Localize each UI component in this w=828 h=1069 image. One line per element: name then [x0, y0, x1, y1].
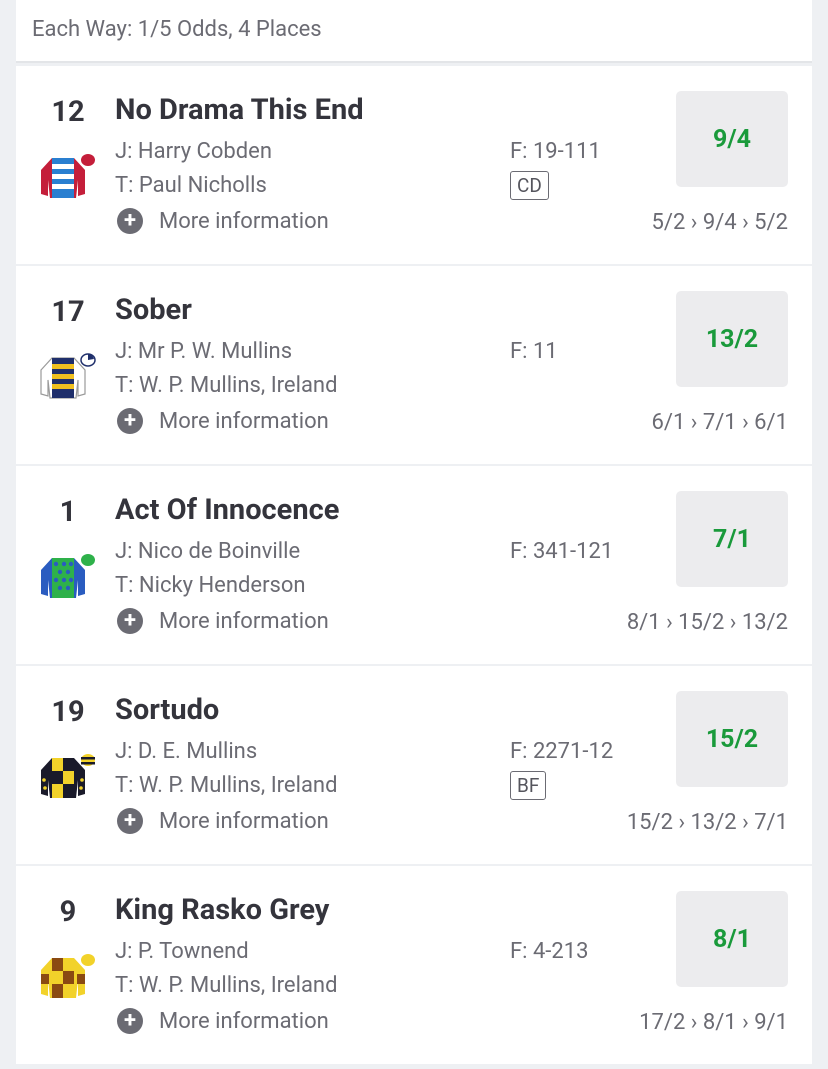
- horse-name[interactable]: No Drama This End: [115, 93, 364, 127]
- trainer-name: T: W. P. Mullins, Ireland: [115, 773, 338, 798]
- course-distance-badge: CD: [510, 171, 549, 200]
- jockey-silks-icon: [40, 353, 96, 399]
- more-information-toggle[interactable]: + More information: [117, 608, 329, 634]
- jockey-name: J: Mr P. W. Mullins: [115, 339, 293, 364]
- runner-card: 12 No Drama This End J: Harry Cobden T: …: [16, 66, 812, 264]
- price-movement: 6/1 › 7/1 › 6/1: [651, 410, 788, 435]
- horse-name[interactable]: Sober: [115, 293, 192, 327]
- runner-number: 9: [59, 895, 77, 929]
- trainer-name: T: Nicky Henderson: [115, 573, 306, 598]
- more-information-toggle[interactable]: + More information: [117, 208, 329, 234]
- runner-number: 19: [51, 695, 85, 729]
- form-figures: F: 341-121: [510, 539, 614, 564]
- more-information-label: More information: [159, 408, 329, 434]
- more-information-label: More information: [159, 608, 329, 634]
- form-figures: F: 19-111: [510, 139, 601, 164]
- form-figures: F: 2271-12: [510, 739, 614, 764]
- jockey-name: J: P. Townend: [115, 939, 249, 964]
- jockey-name: J: Harry Cobden: [115, 139, 272, 164]
- more-information-label: More information: [159, 208, 329, 234]
- plus-circle-icon: +: [117, 208, 143, 234]
- horse-name[interactable]: Sortudo: [115, 693, 219, 727]
- odds-button[interactable]: 13/2: [676, 291, 788, 387]
- form-figures: F: 11: [510, 339, 558, 364]
- price-movement: 5/2 › 9/4 › 5/2: [651, 210, 788, 235]
- price-movement: 15/2 › 13/2 › 7/1: [626, 810, 788, 835]
- more-information-label: More information: [159, 808, 329, 834]
- runner-card: 9 King Rasko Grey J: P. Townend T: W. P.…: [16, 866, 812, 1064]
- jockey-name: J: Nico de Boinville: [115, 539, 301, 564]
- runner-number: 17: [51, 295, 85, 329]
- runner-number: 12: [51, 95, 85, 129]
- jockey-silks-icon: [41, 554, 95, 598]
- plus-circle-icon: +: [117, 608, 143, 634]
- odds-button[interactable]: 15/2: [676, 691, 788, 787]
- price-movement: 17/2 › 8/1 › 9/1: [639, 1010, 788, 1035]
- more-information-toggle[interactable]: + More information: [117, 408, 329, 434]
- jockey-silks-icon: [41, 754, 95, 798]
- each-way-terms: Each Way: 1/5 Odds, 4 Places: [32, 17, 322, 42]
- plus-circle-icon: +: [117, 1008, 143, 1034]
- trainer-name: T: W. P. Mullins, Ireland: [115, 973, 338, 998]
- price-movement: 8/1 › 15/2 › 13/2: [626, 610, 788, 635]
- runner-card: 17 Sober J: Mr P. W. Mullins T: W. P. Mu…: [16, 266, 812, 464]
- trainer-name: T: Paul Nicholls: [115, 173, 267, 198]
- runner-card: 1 Act Of Innocence J: Nico de Boinville …: [16, 466, 812, 664]
- beaten-favourite-badge: BF: [510, 771, 547, 800]
- plus-circle-icon: +: [117, 808, 143, 834]
- jockey-name: J: D. E. Mullins: [115, 739, 258, 764]
- jockey-silks-icon: [41, 154, 95, 198]
- odds-button[interactable]: 9/4: [676, 91, 788, 187]
- runner-number: 1: [59, 495, 77, 529]
- horse-name[interactable]: Act Of Innocence: [115, 493, 339, 527]
- each-way-terms-header: Each Way: 1/5 Odds, 4 Places: [16, 0, 812, 63]
- jockey-silks-icon: [41, 954, 95, 998]
- trainer-name: T: W. P. Mullins, Ireland: [115, 373, 338, 398]
- form-figures: F: 4-213: [510, 939, 589, 964]
- odds-button[interactable]: 7/1: [676, 491, 788, 587]
- more-information-toggle[interactable]: + More information: [117, 1008, 329, 1034]
- runner-card: 19 Sortudo J: D. E. Mullins T: W. P. Mul…: [16, 666, 812, 864]
- horse-name[interactable]: King Rasko Grey: [115, 893, 329, 927]
- odds-button[interactable]: 8/1: [676, 891, 788, 987]
- more-information-label: More information: [159, 1008, 329, 1034]
- plus-circle-icon: +: [117, 408, 143, 434]
- more-information-toggle[interactable]: + More information: [117, 808, 329, 834]
